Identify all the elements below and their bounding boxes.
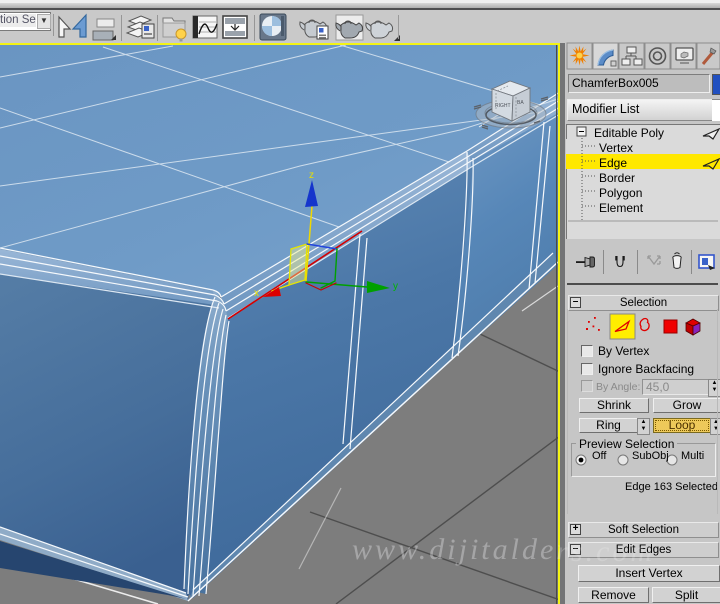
svg-text:x: x <box>254 288 259 299</box>
svg-text:z: z <box>309 170 314 181</box>
svg-text:RIGHT: RIGHT <box>495 103 511 109</box>
svg-text:BA: BA <box>517 100 524 106</box>
svg-text:y: y <box>393 281 398 292</box>
